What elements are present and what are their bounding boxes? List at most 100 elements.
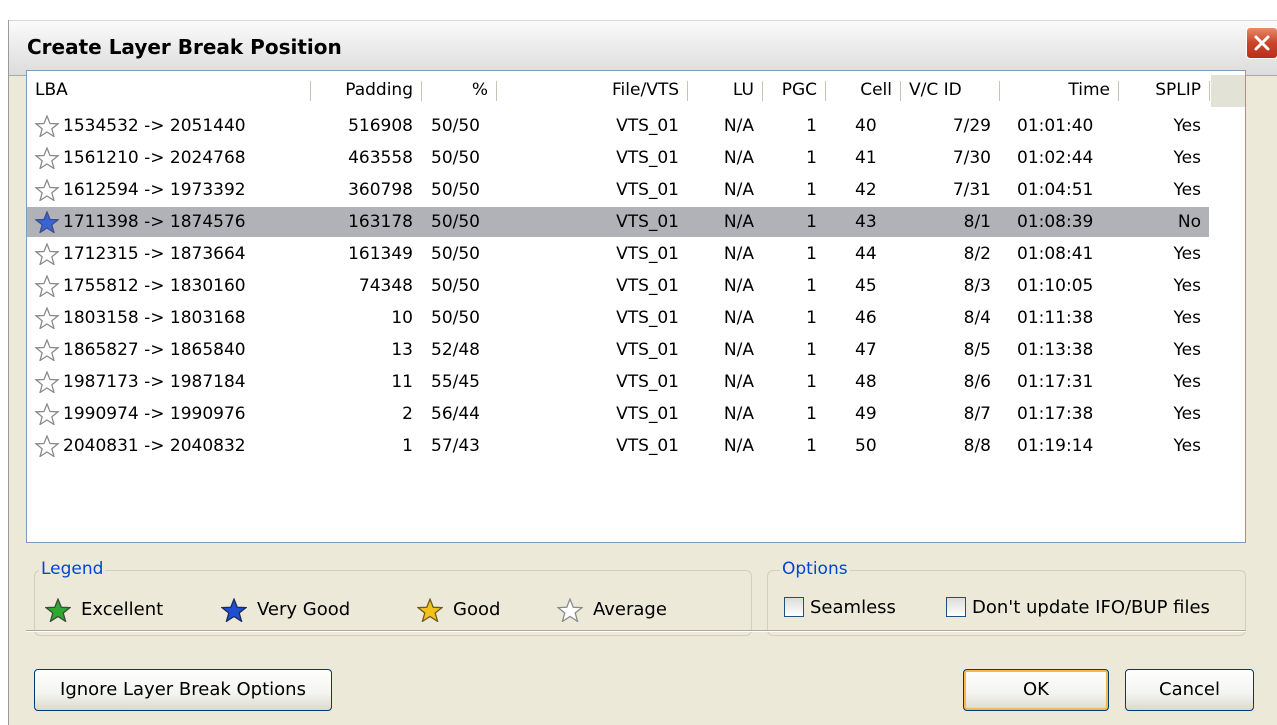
cell-pct: 56/44 — [431, 404, 480, 424]
title-bar[interactable]: Create Layer Break Position — [9, 20, 1277, 76]
table-row[interactable]: 1534532 -> 2051440 516908 50/50 VTS_01 N/A 1 4… — [27, 111, 1209, 141]
table-row[interactable]: 1711398 -> 1874576 163178 50/50 VTS_01 N/A 1 4… — [27, 207, 1209, 237]
cell-splip: Yes — [1173, 244, 1201, 264]
col-header-splip[interactable]: SPLIP — [1119, 71, 1209, 109]
cell-cell: 47 — [855, 340, 877, 360]
cell-file: VTS_01 — [616, 180, 679, 200]
cell-pgc: 1 — [806, 116, 817, 136]
table-row[interactable]: 1803158 -> 1803168 10 50/50 VTS_01 N/A 1 46 8/4… — [27, 303, 1209, 333]
seamless-label[interactable]: Seamless — [810, 595, 896, 621]
cell-padding: 13 — [391, 340, 413, 360]
dont-update-ifo-label[interactable]: Don't update IFO/BUP files — [972, 595, 1210, 621]
cell-cell: 42 — [855, 180, 877, 200]
cell-pgc: 1 — [806, 436, 817, 456]
cell-pct: 50/50 — [431, 116, 480, 136]
col-header-file[interactable]: File/VTS — [497, 71, 687, 109]
options-group: Options Seamless Don't update IFO/BUP fi… — [767, 559, 1246, 636]
col-header-vcid[interactable]: V/C ID — [901, 71, 999, 109]
cell-lu: N/A — [723, 340, 754, 360]
cell-vcid: 8/3 — [963, 276, 991, 296]
table-row[interactable]: 1612594 -> 1973392 360798 50/50 VTS_01 N/A 1 4… — [27, 175, 1209, 205]
cell-vcid: 8/8 — [963, 436, 991, 456]
table-row[interactable]: 1755812 -> 1830160 74348 50/50 VTS_01 N/A 1 45… — [27, 271, 1209, 301]
cell-vcid: 7/31 — [952, 180, 991, 200]
cell-lba: 1865827 -> 1865840 — [63, 340, 246, 360]
cell-padding: 360798 — [348, 180, 413, 200]
cell-vcid: 7/29 — [952, 116, 991, 136]
cell-time: 01:08:39 — [1017, 212, 1094, 232]
cell-pct: 50/50 — [431, 276, 480, 296]
outline-star-icon — [34, 306, 60, 330]
cell-file: VTS_01 — [616, 436, 679, 456]
cell-padding: 10 — [391, 308, 413, 328]
cell-padding: 463558 — [348, 148, 413, 168]
layer-break-list[interactable]: LBA Padding % File/VTS LU PGC Cell V/C I… — [26, 70, 1246, 543]
cell-splip: Yes — [1173, 372, 1201, 392]
table-row[interactable]: 1561210 -> 2024768 463558 50/50 VTS_01 N/A 1 4… — [27, 143, 1209, 173]
table-row[interactable]: 1712315 -> 1873664 161349 50/50 VTS_01 N/A 1 4… — [27, 239, 1209, 269]
cell-cell: 45 — [855, 276, 877, 296]
cell-vcid: 8/6 — [963, 372, 991, 392]
col-header-cell[interactable]: Cell — [826, 71, 900, 109]
cell-pct: 50/50 — [431, 308, 480, 328]
cell-lba: 1561210 -> 2024768 — [63, 148, 246, 168]
cell-splip: Yes — [1173, 308, 1201, 328]
cell-file: VTS_01 — [616, 404, 679, 424]
cell-lu: N/A — [723, 212, 754, 232]
cell-pgc: 1 — [806, 340, 817, 360]
col-header-time[interactable]: Time — [1000, 71, 1118, 109]
cell-cell: 50 — [855, 436, 877, 456]
cell-file: VTS_01 — [616, 148, 679, 168]
cancel-button[interactable]: Cancel — [1125, 669, 1254, 711]
outline-star-icon — [34, 146, 60, 170]
cell-lu: N/A — [723, 308, 754, 328]
cell-time: 01:17:38 — [1017, 404, 1094, 424]
cell-cell: 43 — [855, 212, 877, 232]
cell-pct: 57/43 — [431, 436, 480, 456]
col-header-lba[interactable]: LBA — [27, 71, 310, 109]
cell-pct: 50/50 — [431, 148, 480, 168]
cell-padding: 11 — [391, 372, 413, 392]
col-header-percent[interactable]: % — [422, 71, 496, 109]
close-button[interactable] — [1246, 27, 1277, 59]
cell-time: 01:08:41 — [1017, 244, 1094, 264]
outline-star-icon — [34, 178, 60, 202]
cell-pct: 50/50 — [431, 212, 480, 232]
cell-time: 01:01:40 — [1017, 116, 1094, 136]
ok-button[interactable]: OK — [963, 669, 1109, 711]
cell-pct: 50/50 — [431, 244, 480, 264]
cell-time: 01:11:38 — [1017, 308, 1094, 328]
cell-cell: 41 — [855, 148, 877, 168]
cell-splip: Yes — [1173, 148, 1201, 168]
col-header-lu[interactable]: LU — [688, 71, 762, 109]
dont-update-ifo-checkbox-box[interactable] — [946, 597, 966, 617]
cell-cell: 48 — [855, 372, 877, 392]
list-header: LBA Padding % File/VTS LU PGC Cell V/C I… — [27, 71, 1245, 109]
table-row[interactable]: 1987173 -> 1987184 11 55/45 VTS_01 N/A 1 48 8/6… — [27, 367, 1209, 397]
cell-pgc: 1 — [806, 308, 817, 328]
cell-padding: 516908 — [348, 116, 413, 136]
cell-vcid: 8/5 — [963, 340, 991, 360]
cell-pct: 55/45 — [431, 372, 480, 392]
cell-time: 01:02:44 — [1017, 148, 1094, 168]
cell-lba: 1803158 -> 1803168 — [63, 308, 246, 328]
cell-lu: N/A — [723, 116, 754, 136]
cell-time: 01:13:38 — [1017, 340, 1094, 360]
col-header-padding[interactable]: Padding — [311, 71, 421, 109]
table-row[interactable]: 1865827 -> 1865840 13 52/48 VTS_01 N/A 1 47 8/5… — [27, 335, 1209, 365]
cell-pgc: 1 — [806, 180, 817, 200]
cell-padding: 2 — [402, 404, 413, 424]
cell-time: 01:10:05 — [1017, 276, 1094, 296]
col-header-pgc[interactable]: PGC — [763, 71, 825, 109]
cell-lba: 1712315 -> 1873664 — [63, 244, 246, 264]
outline-star-icon — [557, 598, 583, 622]
seamless-checkbox-box[interactable] — [784, 597, 804, 617]
green-star-icon — [45, 598, 71, 622]
cell-splip: No — [1177, 212, 1201, 232]
cell-lu: N/A — [723, 404, 754, 424]
cell-vcid: 8/2 — [963, 244, 991, 264]
table-row[interactable]: 2040831 -> 2040832 1 57/43 VTS_01 N/A 1 50 8/8 0… — [27, 431, 1209, 461]
ignore-layer-break-button[interactable]: Ignore Layer Break Options — [34, 669, 332, 711]
table-row[interactable]: 1990974 -> 1990976 2 56/44 VTS_01 N/A 1 49 8/7 0… — [27, 399, 1209, 429]
cell-splip: Yes — [1173, 116, 1201, 136]
